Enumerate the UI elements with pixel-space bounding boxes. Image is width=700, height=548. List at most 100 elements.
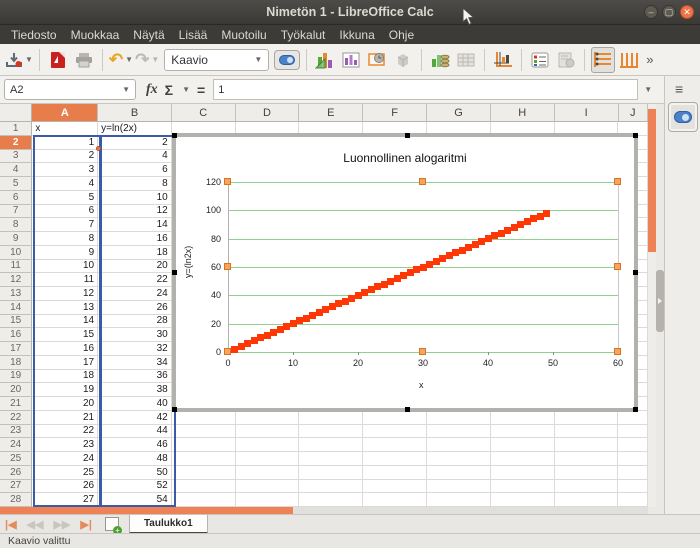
cell-e25[interactable]: [299, 452, 363, 466]
cell-a27[interactable]: 26: [32, 480, 98, 494]
cell-d26[interactable]: [236, 466, 300, 480]
toggle-button[interactable]: [274, 47, 300, 73]
cell-a5[interactable]: 4: [32, 177, 98, 191]
horizontal-scrollbar[interactable]: [0, 507, 648, 514]
cell-b6[interactable]: 10: [98, 191, 172, 205]
horizontal-grids-button[interactable]: [591, 47, 615, 73]
cell-b1[interactable]: y=ln(2x): [98, 122, 172, 136]
cell-b27[interactable]: 52: [98, 480, 172, 494]
plot-selection-handle[interactable]: [614, 263, 621, 270]
menu-item-ikkuna[interactable]: Ikkuna: [332, 27, 381, 43]
cell-a7[interactable]: 6: [32, 205, 98, 219]
cell-g24[interactable]: [427, 438, 491, 452]
menu-item-näytä[interactable]: Näytä: [126, 27, 171, 43]
row-header-19[interactable]: 19: [0, 370, 32, 384]
name-box[interactable]: A2 ▼: [4, 79, 136, 100]
column-header-a[interactable]: A: [32, 104, 98, 122]
cell-a23[interactable]: 22: [32, 425, 98, 439]
cell-e23[interactable]: [299, 425, 363, 439]
export-pdf-button[interactable]: [46, 47, 70, 73]
cell-a22[interactable]: 21: [32, 411, 98, 425]
plot-selection-handle[interactable]: [224, 178, 231, 185]
column-header-g[interactable]: G: [427, 104, 491, 122]
cell-b3[interactable]: 4: [98, 150, 172, 164]
cell-j24[interactable]: [618, 438, 648, 452]
cell-d25[interactable]: [236, 452, 300, 466]
previous-sheet-button[interactable]: ◀◀: [22, 518, 49, 531]
row-header-21[interactable]: 21: [0, 397, 32, 411]
cell-b7[interactable]: 12: [98, 205, 172, 219]
plot-selection-handle[interactable]: [419, 178, 426, 185]
column-header-b[interactable]: B: [98, 104, 172, 122]
menu-item-työkalut[interactable]: Työkalut: [274, 27, 333, 43]
cell-b21[interactable]: 40: [98, 397, 172, 411]
cell-a14[interactable]: 13: [32, 301, 98, 315]
cell-a3[interactable]: 2: [32, 150, 98, 164]
cell-i25[interactable]: [555, 452, 619, 466]
cell-a13[interactable]: 12: [32, 287, 98, 301]
row-header-9[interactable]: 9: [0, 232, 32, 246]
row-header-27[interactable]: 27: [0, 480, 32, 494]
chart-selection-handle[interactable]: [405, 407, 410, 412]
cell-a6[interactable]: 5: [32, 191, 98, 205]
cell-a17[interactable]: 16: [32, 342, 98, 356]
sum-caret-icon[interactable]: ▼: [182, 85, 190, 94]
cell-f23[interactable]: [363, 425, 427, 439]
cell-b26[interactable]: 50: [98, 466, 172, 480]
row-header-24[interactable]: 24: [0, 438, 32, 452]
cell-f24[interactable]: [363, 438, 427, 452]
menu-item-lisää[interactable]: Lisää: [172, 27, 215, 43]
style-combo[interactable]: Kaavio ▼: [164, 49, 269, 71]
cell-b10[interactable]: 18: [98, 246, 172, 260]
row-header-25[interactable]: 25: [0, 452, 32, 466]
plot-selection-handle[interactable]: [419, 348, 426, 355]
column-header-c[interactable]: C: [172, 104, 236, 122]
column-header-i[interactable]: I: [555, 104, 619, 122]
row-header-12[interactable]: 12: [0, 273, 32, 287]
cell-b28[interactable]: 54: [98, 493, 172, 507]
toolbar-overflow-chevron[interactable]: »: [646, 52, 653, 67]
cell-b14[interactable]: 26: [98, 301, 172, 315]
maximize-button[interactable]: ▢: [662, 5, 676, 19]
plot-selection-handle[interactable]: [224, 263, 231, 270]
row-header-4[interactable]: 4: [0, 163, 32, 177]
vertical-scrollbar-thumb[interactable]: [648, 109, 656, 252]
cell-d24[interactable]: [236, 438, 300, 452]
insert-titles-button[interactable]: [365, 47, 389, 73]
cell-b19[interactable]: 36: [98, 370, 172, 384]
row-header-10[interactable]: 10: [0, 246, 32, 260]
column-header-e[interactable]: E: [299, 104, 363, 122]
cell-a18[interactable]: 17: [32, 356, 98, 370]
cell-b15[interactable]: 28: [98, 315, 172, 329]
chart-selection-handle[interactable]: [172, 133, 177, 138]
row-header-11[interactable]: 11: [0, 260, 32, 274]
row-header-18[interactable]: 18: [0, 356, 32, 370]
row-header-15[interactable]: 15: [0, 315, 32, 329]
cell-a2[interactable]: 1: [32, 136, 98, 150]
row-header-1[interactable]: 1: [0, 122, 32, 136]
3d-view-button[interactable]: [391, 47, 415, 73]
cell-d27[interactable]: [236, 480, 300, 494]
chart-selection-handle[interactable]: [172, 407, 177, 412]
next-sheet-button[interactable]: ▶▶: [48, 518, 75, 531]
cell-a20[interactable]: 19: [32, 383, 98, 397]
horizontal-scrollbar-thumb[interactable]: [0, 507, 293, 514]
cell-a19[interactable]: 18: [32, 370, 98, 384]
data-table-button[interactable]: [339, 47, 363, 73]
cell-a10[interactable]: 9: [32, 246, 98, 260]
undo-dropdown-caret[interactable]: ▼: [125, 55, 133, 64]
cell-h25[interactable]: [491, 452, 555, 466]
data-point[interactable]: [543, 210, 550, 217]
cell-f25[interactable]: [363, 452, 427, 466]
cell-a15[interactable]: 14: [32, 315, 98, 329]
row-header-23[interactable]: 23: [0, 425, 32, 439]
cell-g28[interactable]: [427, 493, 491, 507]
cell-g25[interactable]: [427, 452, 491, 466]
sidebar-hide-grip[interactable]: [656, 270, 664, 332]
cell-h27[interactable]: [491, 480, 555, 494]
save-button[interactable]: ▼: [5, 47, 33, 73]
cell-b24[interactable]: 46: [98, 438, 172, 452]
menu-item-muotoilu[interactable]: Muotoilu: [214, 27, 273, 43]
cell-c25[interactable]: [172, 452, 236, 466]
print-button[interactable]: [72, 47, 96, 73]
